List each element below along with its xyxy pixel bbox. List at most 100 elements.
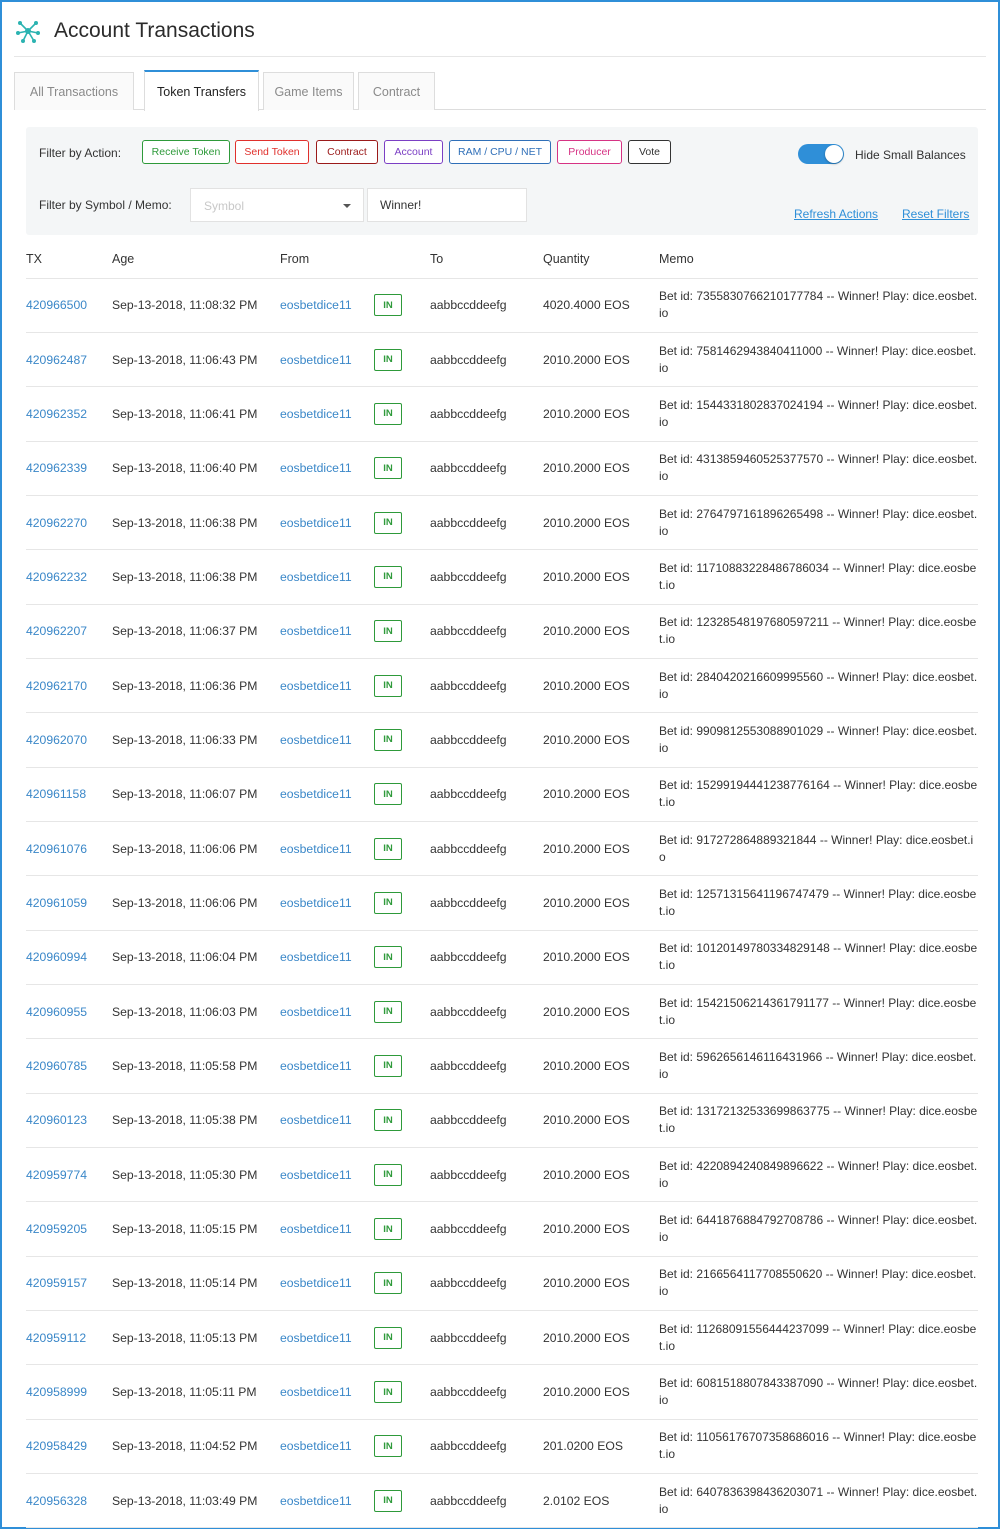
direction-cell: IN [374,386,430,442]
tx-link[interactable]: 420960955 [26,1005,87,1019]
from-account-link[interactable]: eosbetdice11 [280,407,352,421]
filter-account-button[interactable]: Account [384,140,443,164]
from-account-link[interactable]: eosbetdice11 [280,1331,352,1345]
tx-link[interactable]: 420961059 [26,896,87,910]
tx-link[interactable]: 420959112 [26,1331,86,1345]
tx-link[interactable]: 420962232 [26,570,87,584]
symbol-select[interactable]: Symbol [190,188,364,222]
tx-link[interactable]: 420960123 [26,1113,87,1127]
quantity-cell: 2010.2000 EOS [543,549,659,605]
from-account-link[interactable]: eosbetdice11 [280,624,352,638]
memo-cell: Bet id: 15299194441238776164 -- Winner! … [659,767,978,822]
tx-cell: 420962487 [26,332,112,388]
tx-link[interactable]: 420961076 [26,842,87,856]
from-account-link[interactable]: eosbetdice11 [280,1059,352,1073]
tx-link[interactable]: 420962207 [26,624,87,638]
filter-contract-button[interactable]: Contract [316,140,378,164]
from-account-link[interactable]: eosbetdice11 [280,1113,352,1127]
from-account-link[interactable]: eosbetdice11 [280,950,352,964]
from-account-link[interactable]: eosbetdice11 [280,1439,352,1453]
table-body: 420966500 Sep-13-2018, 11:08:32 PM eosbetd… [26,278,978,1529]
from-account-link[interactable]: eosbetdice11 [280,461,352,475]
toggle-knob [825,145,843,163]
reset-filters-link[interactable]: Reset Filters [902,207,969,221]
tx-link[interactable]: 420959205 [26,1222,87,1236]
direction-in-badge: IN [374,1163,402,1186]
direction-cell: IN [374,1147,430,1203]
from-account-link[interactable]: eosbetdice11 [280,842,352,856]
age-cell: Sep-13-2018, 11:05:15 PM [112,1201,280,1257]
from-account-link[interactable]: eosbetdice11 [280,516,352,530]
from-account-link[interactable]: eosbetdice11 [280,733,352,747]
tx-link[interactable]: 420966500 [26,298,87,312]
table-row: 420962270 Sep-13-2018, 11:06:38 PM eosbetd… [26,495,978,551]
filter-producer-button[interactable]: Producer [557,140,622,164]
tx-link[interactable]: 420962070 [26,733,87,747]
table-row: 420962339 Sep-13-2018, 11:06:40 PM eosbetd… [26,441,978,496]
tx-link[interactable]: 420962270 [26,516,87,530]
memo-cell: Bet id: 11056176707358686016 -- Winner! … [659,1419,978,1475]
direction-in-badge: IN [374,565,402,588]
tx-link[interactable]: 420959774 [26,1168,87,1182]
from-account-link[interactable]: eosbetdice11 [280,1385,352,1399]
table-row: 420961158 Sep-13-2018, 11:06:07 PM eosbetd… [26,767,978,822]
quantity-cell: 2010.2000 EOS [543,1038,659,1094]
memo-cell: Bet id: 917272864889321844 -- Winner! Pl… [659,821,978,877]
tx-link[interactable]: 420956328 [26,1494,87,1508]
refresh-actions-link[interactable]: Refresh Actions [794,207,878,221]
filter-receive-token-button[interactable]: Receive Token [142,140,230,164]
from-account-link[interactable]: eosbetdice11 [280,353,352,367]
tx-cell: 420962170 [26,658,112,714]
tab-all-transactions[interactable]: All Transactions [14,72,134,110]
from-account-link[interactable]: eosbetdice11 [280,298,352,312]
tab-contract[interactable]: Contract [358,72,435,110]
to-cell: aabbccddeefg [430,1256,543,1312]
direction-cell: IN [374,549,430,605]
quantity-cell: 2010.2000 EOS [543,495,659,551]
hide-small-balances-toggle[interactable] [798,144,844,164]
direction-in-badge: IN [374,728,402,751]
tx-link[interactable]: 420958999 [26,1385,87,1399]
memo-input[interactable] [367,188,527,222]
tx-link[interactable]: 420962339 [26,461,87,475]
to-cell: aabbccddeefg [430,549,543,605]
tx-link[interactable]: 420962170 [26,679,87,693]
from-account-link[interactable]: eosbetdice11 [280,896,352,910]
from-cell: eosbetdice11 [280,441,374,496]
from-account-link[interactable]: eosbetdice11 [280,679,352,693]
quantity-cell: 2010.2000 EOS [543,821,659,877]
page-title: Account Transactions [54,19,255,42]
from-account-link[interactable]: eosbetdice11 [280,1168,352,1182]
from-account-link[interactable]: eosbetdice11 [280,1222,352,1236]
direction-cell: IN [374,1473,430,1529]
filter-vote-button[interactable]: Vote [628,140,671,164]
direction-in-badge: IN [374,837,402,860]
memo-cell: Bet id: 10120149780334829148 -- Winner! … [659,930,978,985]
tx-link[interactable]: 420959157 [26,1276,87,1290]
quantity-cell: 2010.2000 EOS [543,1093,659,1149]
tx-cell: 420960955 [26,984,112,1040]
filter-ram-cpu-net-button[interactable]: RAM / CPU / NET [449,140,551,164]
from-account-link[interactable]: eosbetdice11 [280,1005,352,1019]
to-cell: aabbccddeefg [430,495,543,551]
tx-cell: 420958999 [26,1364,112,1420]
from-account-link[interactable]: eosbetdice11 [280,1276,352,1290]
tx-link[interactable]: 420962352 [26,407,87,421]
tx-link[interactable]: 420960994 [26,950,87,964]
tx-link[interactable]: 420958429 [26,1439,87,1453]
from-cell: eosbetdice11 [280,1364,374,1420]
to-cell: aabbccddeefg [430,1038,543,1094]
from-account-link[interactable]: eosbetdice11 [280,1494,352,1508]
tx-link[interactable]: 420960785 [26,1059,87,1073]
table-row: 420962487 Sep-13-2018, 11:06:43 PM eosbetd… [26,332,978,388]
tab-game-items[interactable]: Game Items [263,72,354,110]
table-row: 420958999 Sep-13-2018, 11:05:11 PM eosbetd… [26,1364,978,1420]
tx-cell: 420962232 [26,549,112,605]
tx-link[interactable]: 420961158 [26,787,86,801]
from-account-link[interactable]: eosbetdice11 [280,787,352,801]
filter-send-token-button[interactable]: Send Token [235,140,309,164]
to-cell: aabbccddeefg [430,1147,543,1203]
tab-token-transfers[interactable]: Token Transfers [144,70,259,111]
tx-link[interactable]: 420962487 [26,353,87,367]
from-account-link[interactable]: eosbetdice11 [280,570,352,584]
